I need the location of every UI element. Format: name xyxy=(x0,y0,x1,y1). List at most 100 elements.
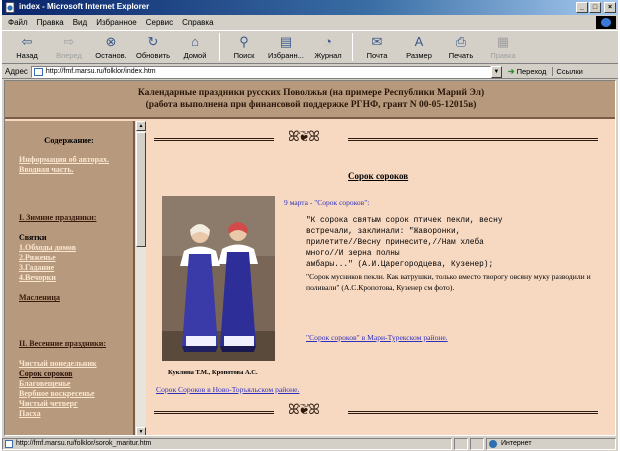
browser-window: index - Microsoft Internet Explorer _ □ … xyxy=(2,0,618,451)
stop-button[interactable]: ⊗ Останов. xyxy=(90,31,132,63)
status-bar: http://fmf.marsu.ru/folklor/sorok_maritu… xyxy=(2,437,618,451)
size-label: Размер xyxy=(406,51,432,60)
security-zone-panel: Интернет xyxy=(486,438,616,450)
menu-file[interactable]: Файл xyxy=(8,18,28,27)
close-button[interactable]: × xyxy=(604,2,616,13)
history-label: Журнал xyxy=(314,51,342,60)
mail-label: Почта xyxy=(366,51,388,60)
page-icon xyxy=(33,67,43,76)
search-button[interactable]: ⚲ Поиск xyxy=(223,31,265,63)
sidebar-link-svyatki-2[interactable]: 2.Ряженье xyxy=(19,253,127,263)
edit-button[interactable]: ▦ Правка xyxy=(482,31,524,63)
page-banner: Календарные праздники русских Поволжья (… xyxy=(5,81,615,119)
sidebar-heading-svyatki: Святки xyxy=(19,233,47,242)
status-panel xyxy=(454,438,468,450)
sidebar-link-spring-4[interactable]: Вербное воскресенье xyxy=(19,389,127,399)
divider-line xyxy=(154,411,274,414)
search-label: Поиск xyxy=(233,51,255,60)
forward-arrow-icon: ⇨ xyxy=(63,34,75,49)
status-text-panel: http://fmf.marsu.ru/folklor/sorok_maritu… xyxy=(2,438,452,450)
address-bar: Адрес http://fmf.marsu.ru/folklor/index.… xyxy=(2,65,618,79)
sidebar-link-spring-5[interactable]: Чистый четверг xyxy=(19,399,127,409)
sidebar-frame: Содержание: Информация об авторах. Вводн… xyxy=(5,121,135,435)
sidebar-link-authors[interactable]: Информация об авторах. xyxy=(19,155,127,165)
page-viewport: Календарные праздники русских Поволжья (… xyxy=(4,80,616,436)
history-icon: ◔ xyxy=(324,34,332,49)
address-dropdown-button[interactable]: ▼ xyxy=(490,65,502,78)
stop-icon: ⊗ xyxy=(105,34,117,49)
address-input[interactable]: http://fmf.marsu.ru/folklor/index.htm xyxy=(30,65,491,78)
favorites-label: Избранн... xyxy=(268,51,304,60)
sidebar-link-winter[interactable]: I. Зимние праздники: xyxy=(19,213,127,223)
novo-toryal-link[interactable]: Сорок Сороков в Ново-Торъяльском районе. xyxy=(156,385,299,394)
forward-button[interactable]: ⇨ Вперед xyxy=(48,31,90,63)
banner-line-1: Календарные праздники русских Поволжья (… xyxy=(137,88,485,98)
globe-icon xyxy=(489,440,497,448)
status-url: http://fmf.marsu.ru/folklor/sorok_maritu… xyxy=(16,440,152,447)
divider-line xyxy=(348,411,598,414)
refresh-button[interactable]: ↻ Обновить xyxy=(132,31,174,63)
menu-tools[interactable]: Сервис xyxy=(146,18,173,27)
window-controls: _ □ × xyxy=(576,2,616,13)
refresh-label: Обновить xyxy=(136,51,170,60)
favorites-icon: ▤ xyxy=(279,34,293,49)
print-label: Печать xyxy=(448,51,474,60)
minimize-button[interactable]: _ xyxy=(576,2,588,13)
back-label: Назад xyxy=(16,51,38,60)
sidebar-scrollbar[interactable]: ▲ ▼ xyxy=(136,121,146,435)
edit-icon: ▦ xyxy=(496,34,510,49)
scroll-up-button[interactable]: ▲ xyxy=(136,121,146,131)
links-button[interactable]: Ссылки xyxy=(552,67,583,76)
menu-bar: Файл Правка Вид Избранное Сервис Справка xyxy=(2,15,618,29)
sidebar-link-spring[interactable]: II. Весенние праздники: xyxy=(19,339,127,349)
edit-label: Правка xyxy=(490,51,516,60)
sidebar-link-spring-1[interactable]: Чистый понедельник xyxy=(19,359,127,369)
banner-line-2: (работа выполнена при финансовой поддерж… xyxy=(145,100,477,110)
sidebar-link-svyatki-4[interactable]: 4.Вечорки xyxy=(19,273,127,283)
print-icon: ⎙ xyxy=(455,34,467,49)
size-button[interactable]: A Размер xyxy=(398,31,440,63)
sidebar-title: Содержание: xyxy=(44,135,94,145)
sidebar-link-spring-3[interactable]: Благовещенье xyxy=(19,379,127,389)
favorites-button[interactable]: ▤ Избранн... xyxy=(265,31,307,63)
toolbar: ⇦ Назад ⇨ Вперед ⊗ Останов. ↻ Обновить ⌂… xyxy=(2,30,618,64)
menu-favorites[interactable]: Избранное xyxy=(96,18,137,27)
menu-help[interactable]: Справка xyxy=(182,18,213,27)
maximize-button[interactable]: □ xyxy=(589,2,601,13)
sidebar-link-spring-2[interactable]: Сорок сороков xyxy=(19,369,127,379)
poem-quote: "К сорока святым сорок птичек пекли, вес… xyxy=(306,217,503,269)
back-arrow-icon: ⇦ xyxy=(21,34,33,49)
stop-label: Останов. xyxy=(95,51,127,60)
refresh-icon: ↻ xyxy=(147,34,159,49)
go-button[interactable]: ➔ Переход xyxy=(508,67,547,76)
menu-edit[interactable]: Правка xyxy=(37,18,64,27)
history-button[interactable]: ◔ Журнал xyxy=(307,31,349,63)
back-button[interactable]: ⇦ Назад xyxy=(6,31,48,63)
forward-label: Вперед xyxy=(56,51,82,60)
ie-page-icon xyxy=(5,2,15,13)
sidebar-link-svyatki-1[interactable]: 1.Обходы домов xyxy=(19,243,127,253)
scroll-down-button[interactable]: ▼ xyxy=(136,427,146,435)
sidebar-link-maslenitsa[interactable]: Масленица xyxy=(19,293,127,303)
article-title: Сорок сороков xyxy=(348,171,409,181)
article-frame: ꕤ❦ꕤ Сорок сороков Куклина Т.М., Кропотов… xyxy=(148,121,615,435)
mail-button[interactable]: ✉ Почта xyxy=(356,31,398,63)
home-button[interactable]: ⌂ Домой xyxy=(174,31,216,63)
folk-costume-photo xyxy=(162,196,275,361)
address-url: http://fmf.marsu.ru/folklor/index.htm xyxy=(45,67,156,75)
address-label: Адрес xyxy=(5,67,28,76)
scroll-thumb[interactable] xyxy=(136,132,146,247)
toolbar-separator xyxy=(219,33,220,61)
mail-icon: ✉ xyxy=(371,34,383,49)
go-arrow-icon: ➔ xyxy=(507,67,515,76)
sidebar-link-spring-6[interactable]: Пасха xyxy=(19,409,127,419)
sidebar-link-intro[interactable]: Вводная часть. xyxy=(19,165,127,175)
sidebar-contents: Содержание: Информация об авторах. Вводн… xyxy=(5,121,127,419)
title-bar[interactable]: index - Microsoft Internet Explorer _ □ … xyxy=(2,0,618,15)
sidebar-link-svyatki-3[interactable]: 3.Гадание xyxy=(19,263,127,273)
print-button[interactable]: ⎙ Печать xyxy=(440,31,482,63)
mari-turek-link[interactable]: "Сорок сороков" в Мари-Турекском районе. xyxy=(306,333,448,342)
menu-view[interactable]: Вид xyxy=(73,18,87,27)
divider-line xyxy=(348,138,598,141)
status-panel xyxy=(470,438,484,450)
